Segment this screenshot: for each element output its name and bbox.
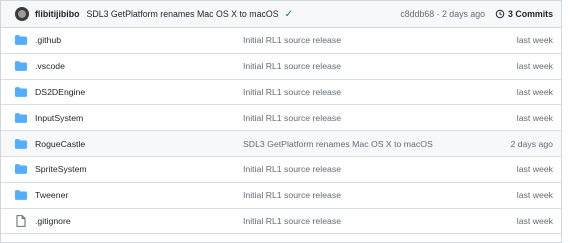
folder-icon [15, 138, 27, 149]
file-row[interactable]: InputSystem Initial RL1 source release las… [1, 105, 561, 132]
commit-message-link[interactable]: Initial RL1 source release [243, 216, 517, 226]
commit-age: 2 days ago [510, 138, 553, 149]
commits-label: 3 Commits [508, 9, 553, 19]
file-name-link[interactable]: DS2DEngine [35, 87, 243, 97]
commit-hash-age[interactable]: c8ddb68 · 2 days ago [400, 9, 485, 19]
commit-age: last week [516, 215, 553, 226]
avatar[interactable] [15, 7, 29, 21]
commit-message-link[interactable]: Initial RL1 source release [243, 61, 517, 71]
commit-age: last week [516, 164, 553, 175]
file-name-link[interactable]: .gitignore [35, 216, 243, 226]
folder-icon [15, 61, 27, 72]
history-icon [495, 9, 505, 19]
commit-message-link[interactable]: Initial RL1 source release [243, 113, 517, 123]
commit-message-link[interactable]: SDL3 GetPlatform renames Mac OS X to mac… [243, 139, 510, 149]
commit-message-link[interactable]: Initial RL1 source release [243, 190, 517, 200]
file-browser: flibitijibibo SDL3 GetPlatform renames M… [0, 0, 562, 243]
commit-age: last week [516, 190, 553, 201]
file-row[interactable]: .vscode Initial RL1 source release last we… [1, 54, 561, 80]
commit-age: last week [516, 61, 553, 72]
commit-age: last week [516, 86, 553, 97]
folder-icon [15, 35, 27, 46]
commit-message[interactable]: SDL3 GetPlatform renames Mac OS X to mac… [86, 9, 278, 19]
file-list: .github Initial RL1 source release last we… [1, 28, 561, 235]
file-row[interactable]: SpriteSystem Initial RL1 source release la… [1, 157, 561, 183]
latest-commit-bar: flibitijibibo SDL3 GetPlatform renames M… [1, 1, 561, 28]
commit-message-link[interactable]: Initial RL1 source release [243, 164, 517, 174]
commit-author[interactable]: flibitijibibo [35, 9, 79, 19]
file-icon [15, 215, 27, 227]
file-row[interactable]: .github Initial RL1 source release last we… [1, 28, 561, 54]
file-row[interactable]: RogueCastle SDL3 GetPlatform renames Mac … [1, 131, 561, 157]
file-name-link[interactable]: .vscode [35, 61, 243, 71]
file-name-link[interactable]: Tweener [35, 190, 243, 200]
file-row[interactable]: .gitignore Initial RL1 source release last… [1, 209, 561, 235]
file-name-link[interactable]: InputSystem [35, 113, 243, 123]
file-name-link[interactable]: .github [35, 35, 243, 45]
folder-icon [15, 164, 27, 175]
file-row[interactable]: Tweener Initial RL1 source release last we… [1, 183, 561, 209]
commit-message-link[interactable]: Initial RL1 source release [243, 87, 517, 97]
folder-icon [15, 112, 27, 123]
check-icon[interactable]: ✓ [285, 9, 293, 20]
file-name-link[interactable]: SpriteSystem [35, 164, 243, 174]
file-row[interactable]: DS2DEngine Initial RL1 source release last… [1, 80, 561, 106]
folder-icon [15, 87, 27, 97]
commit-message-link[interactable]: Initial RL1 source release [243, 35, 517, 45]
commits-button[interactable]: 3 Commits [495, 9, 553, 19]
commit-age: last week [516, 35, 553, 46]
file-name-link[interactable]: RogueCastle [35, 139, 243, 149]
commit-age: last week [516, 112, 553, 123]
folder-icon [15, 190, 27, 201]
